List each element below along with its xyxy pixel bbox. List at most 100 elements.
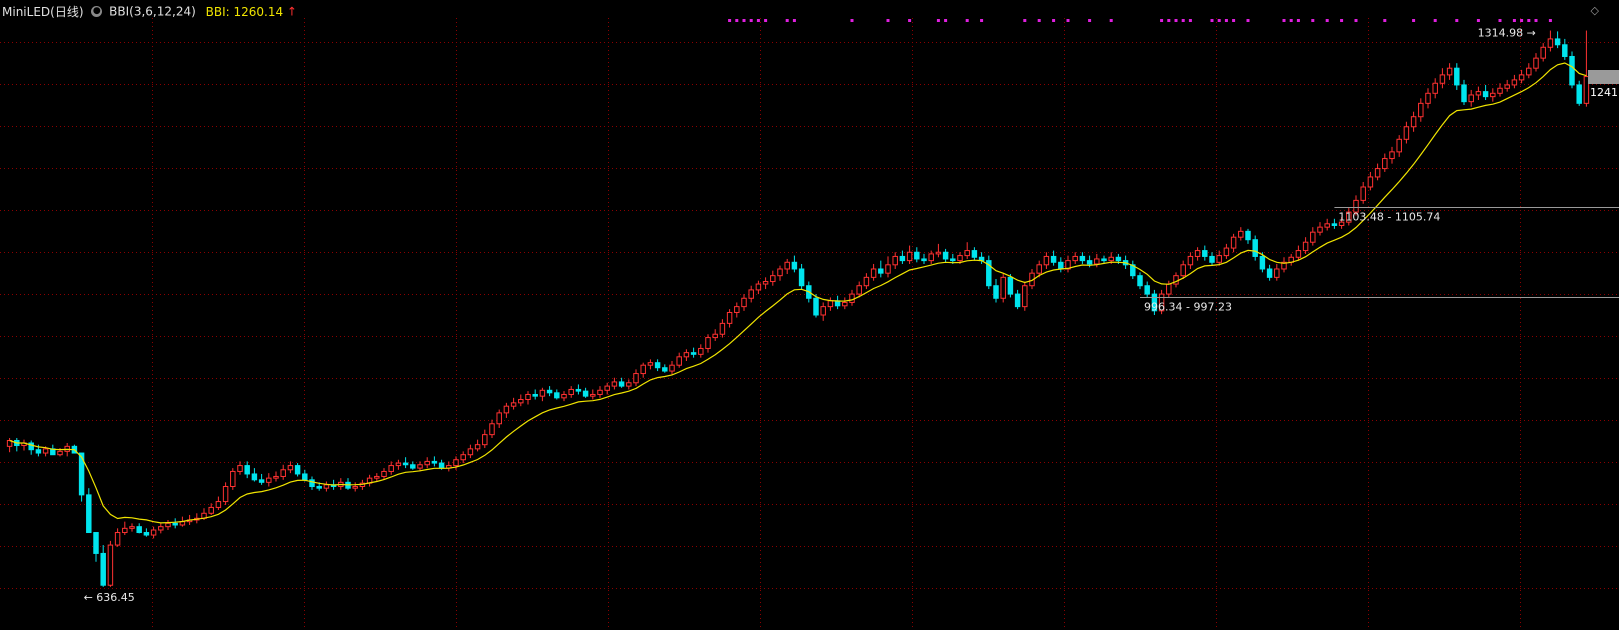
candle-up [1475,91,1482,96]
candle-down [1576,84,1582,104]
candle-up [770,275,776,283]
candle-up [1490,92,1496,98]
signal-mark [1455,19,1459,22]
candle-up [280,469,286,477]
signal-mark [1037,19,1041,22]
candle-up [467,448,474,456]
candle-up [1410,116,1417,128]
candle-up [237,465,243,472]
candle-up [474,444,481,450]
settings-icon[interactable]: ● [91,6,103,17]
candle-up [158,526,164,531]
candle-up [230,470,236,488]
candle-up [215,501,222,508]
candle-up [849,293,855,303]
candle-down [1569,55,1575,86]
signal-mark [1311,19,1315,22]
candle-up [222,486,229,503]
candle-down [1007,276,1014,295]
signal-mark [944,19,948,22]
candle-up [122,527,128,534]
candle-up [1446,67,1453,76]
candle-down [438,462,445,469]
candle-up [726,311,733,324]
candle-up [1022,285,1028,308]
candle-up [374,475,380,479]
candle-down [100,552,106,586]
candle-up [597,389,603,395]
signal-mark [1340,19,1344,22]
candle-up [1403,126,1410,140]
candle-down [1245,230,1251,241]
candle-up [539,389,546,397]
signal-mark [886,19,890,22]
candle-down [431,460,438,464]
candle-up [114,532,121,546]
candle-up [1396,138,1402,153]
bbi-value: BBI: 1260.14 [205,4,284,19]
candle-up [496,412,502,425]
candle-up [1533,57,1539,69]
signal-mark [1534,19,1538,22]
signal-mark [1210,19,1214,22]
signal-mark [1167,19,1171,22]
signal-mark [1433,19,1437,22]
candle-down [950,258,956,262]
candle-down [251,473,258,481]
signal-mark [1088,19,1092,22]
indicator-name[interactable]: BBI(3,6,12,24) [109,5,196,19]
candle-up [626,382,632,387]
candle-up [395,462,402,467]
signal-mark [1217,19,1221,22]
candle-up [1230,236,1237,249]
candle-up [489,423,495,436]
candle-up [892,255,898,266]
signal-mark [980,19,984,22]
candle-down [1101,258,1107,262]
candle-up [604,385,610,391]
signal-mark [1023,19,1027,22]
signal-mark [1296,19,1300,22]
candle-down [410,464,416,469]
zone-low-label: 996.34 - 997.23 [1144,301,1232,314]
candle-down [1482,91,1489,98]
candle-up [1547,38,1554,48]
candle-up [1511,79,1518,86]
candle-up [1223,247,1230,257]
candlestick-chart[interactable]: ← 636.45 1314.98 → 1103.48 - 1105.74 996.34… [0,0,1619,630]
candle-up [683,352,690,358]
candle-up [957,255,963,262]
signal-mark [1160,19,1164,22]
candle-up [1367,176,1374,188]
candle-up [1389,151,1395,160]
candle-down [921,258,927,262]
candle-down [86,494,92,534]
signal-mark [908,19,912,22]
candle-up [1187,255,1194,266]
candle-up [633,373,639,384]
candle-up [611,381,618,387]
candle-up [352,486,358,489]
candle-up [906,251,913,262]
signal-mark [1498,19,1502,22]
candle-up [762,281,769,285]
signal-mark [1325,19,1329,22]
candle-up [287,465,294,471]
signal-mark [735,19,739,22]
candle-down [1331,223,1338,226]
candle-up [1468,94,1474,103]
signal-mark [936,19,940,22]
candle-up [1094,258,1100,265]
candle-up [741,297,747,308]
candle-down [546,389,553,394]
candle-up [1526,67,1532,76]
diamond-icon[interactable]: ◇ [1591,4,1599,17]
candle-down [35,449,42,454]
bbi-line [9,62,1587,524]
candle-up [165,522,171,528]
signal-mark [764,19,768,22]
candle-up [1497,87,1503,94]
signal-mark [1224,19,1228,22]
candle-up [42,448,49,454]
candle-up [1108,256,1114,262]
